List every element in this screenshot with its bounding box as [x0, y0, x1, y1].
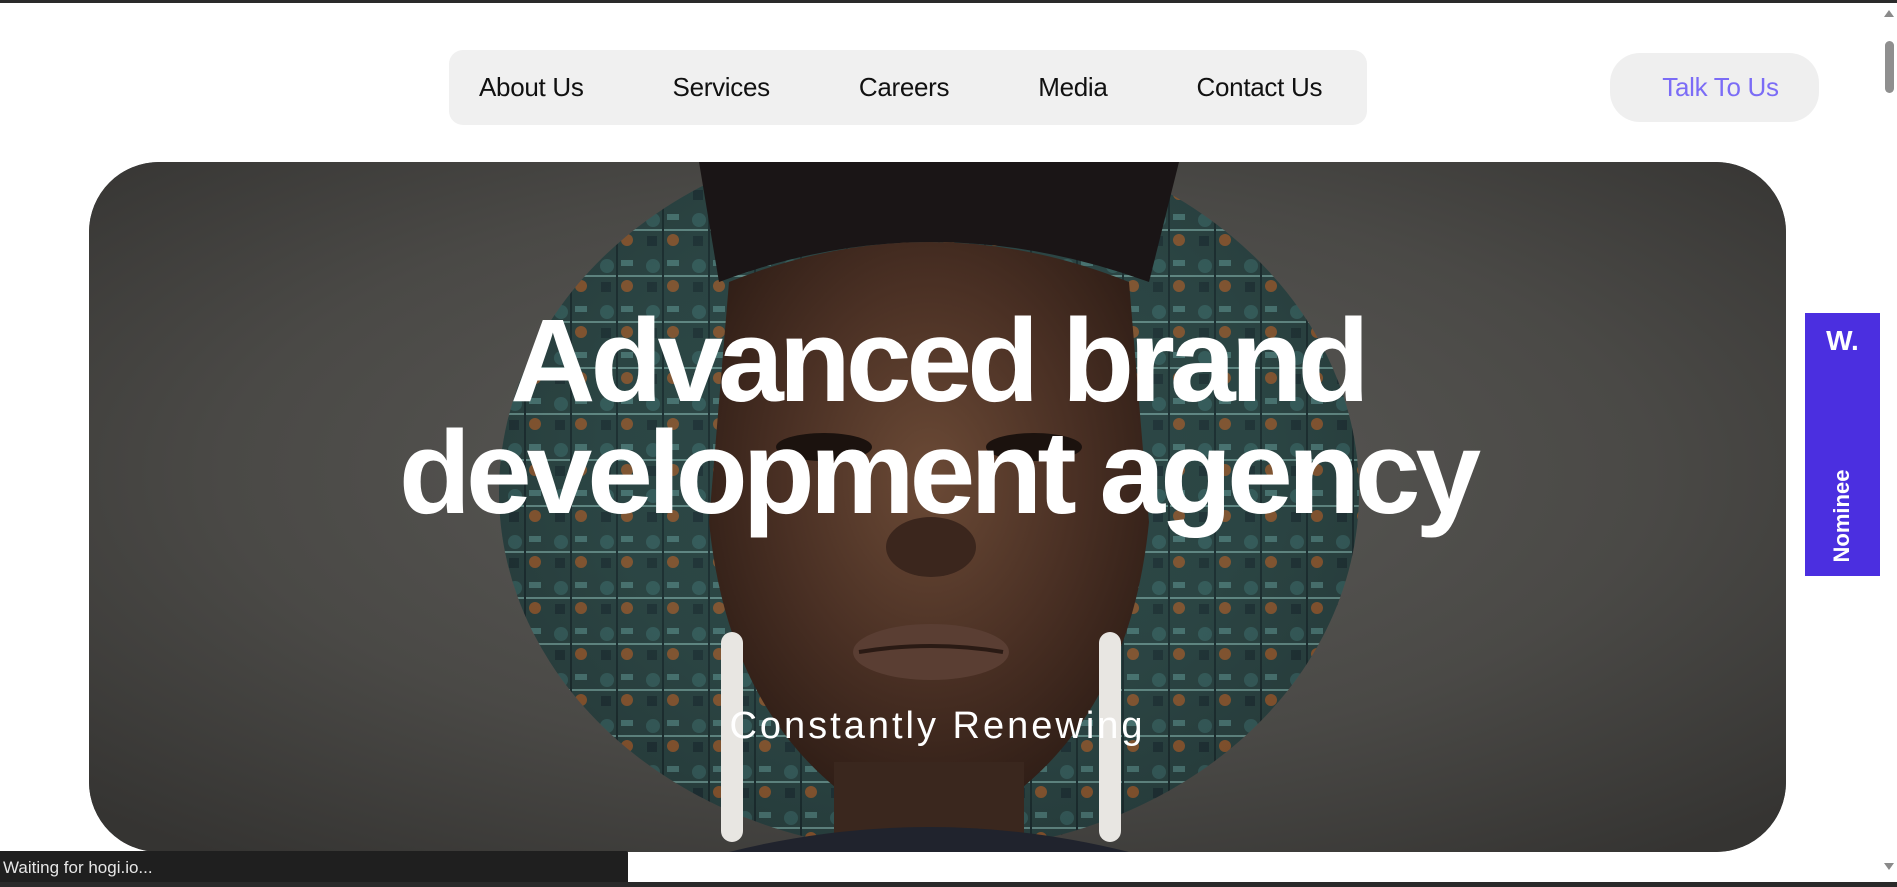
- nominee-label: Nominee: [1829, 469, 1854, 563]
- scrollbar-thumb[interactable]: [1885, 41, 1894, 93]
- awwwards-logo: W.: [1826, 325, 1859, 356]
- nav-item-about-us[interactable]: About Us: [479, 72, 584, 103]
- hero-title-line-1: Advanced brand: [510, 295, 1370, 427]
- talk-to-us-label: Talk To Us: [1662, 72, 1779, 102]
- hero-banner: Advanced brand development agency Consta…: [89, 162, 1786, 852]
- scroll-down-arrow-icon[interactable]: [1884, 863, 1894, 870]
- browser-status-bar: Waiting for hogi.io...: [0, 851, 628, 882]
- vertical-scrollbar[interactable]: [1881, 6, 1897, 882]
- awwwards-nominee-badge[interactable]: W. Nominee: [1805, 313, 1880, 576]
- nav-item-contact-us[interactable]: Contact Us: [1197, 72, 1323, 103]
- main-navigation: About Us Services Careers Media Contact …: [449, 50, 1367, 125]
- talk-to-us-button[interactable]: Talk To Us: [1610, 53, 1819, 122]
- nav-item-services[interactable]: Services: [673, 72, 771, 103]
- nav-item-media[interactable]: Media: [1038, 72, 1108, 103]
- nav-item-careers[interactable]: Careers: [859, 72, 950, 103]
- hero-title: Advanced brand development agency: [89, 295, 1786, 539]
- status-text: Waiting for hogi.io...: [3, 858, 153, 877]
- scroll-up-arrow-icon[interactable]: [1884, 10, 1894, 17]
- hero-subtitle: Constantly Renewing: [729, 705, 1146, 747]
- hero-title-line-2: development agency: [398, 407, 1481, 539]
- browser-viewport: About Us Services Careers Media Contact …: [0, 0, 1897, 887]
